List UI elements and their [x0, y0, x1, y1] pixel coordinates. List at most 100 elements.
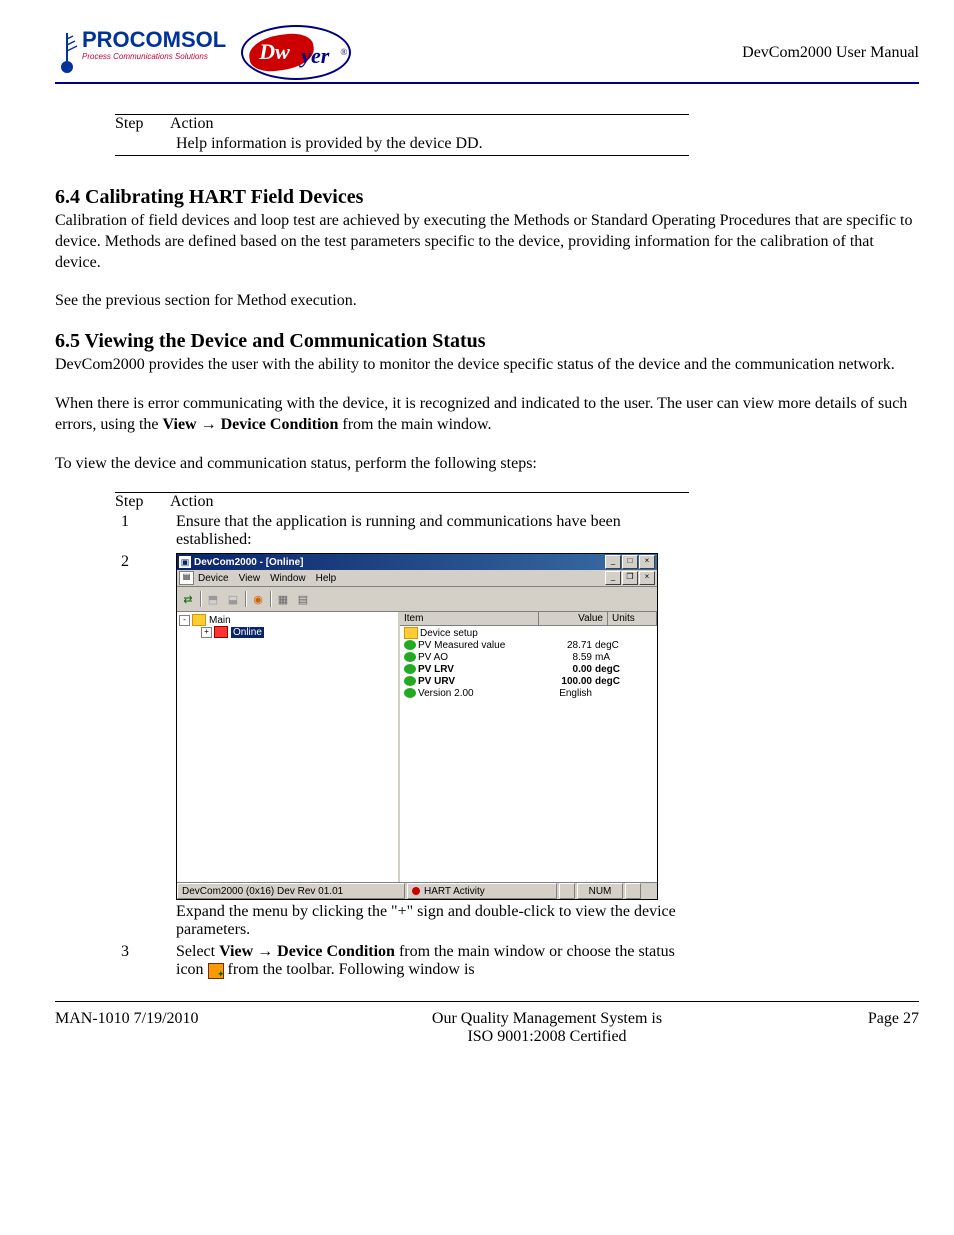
item-name: PV URV [418, 676, 532, 687]
item-name: Version 2.00 [418, 688, 532, 699]
document-icon: ▤ [179, 571, 194, 585]
thermometer-icon [55, 31, 80, 76]
step-1-num: 1 [115, 511, 170, 551]
item-units: mA [592, 652, 635, 663]
col-units[interactable]: Units [608, 612, 657, 625]
toolbar: ⇄ ⬒ ⬓ ◉ ▦ ▤ [177, 587, 657, 612]
parameter-icon [404, 652, 416, 662]
minimize-button[interactable]: _ [605, 555, 621, 569]
toolbar-button-5[interactable]: ▦ [274, 591, 292, 607]
logo-text: ProComSol [82, 29, 226, 51]
footer-center: Our Quality Management System is ISO 900… [275, 1010, 819, 1046]
item-name: PV Measured value [418, 640, 532, 651]
list-pane[interactable]: Item Value Units Device setupPV Measured… [400, 612, 657, 882]
menu-path: View → Device Condition [219, 943, 395, 960]
mdi-restore-button[interactable]: ❐ [622, 571, 638, 585]
logos: ProComSol Process Communications Solutio… [55, 25, 351, 80]
window-title: DevCom2000 - [Online] [194, 557, 605, 568]
col-step: Step [115, 493, 170, 512]
section-6-5-p1: DevCom2000 provides the user with the ab… [55, 355, 919, 376]
item-value: 0.00 [532, 664, 592, 675]
item-name: Device setup [420, 628, 534, 639]
step-3-num: 3 [115, 941, 170, 981]
item-name: PV AO [418, 652, 532, 663]
menu-view[interactable]: View [239, 573, 261, 584]
folder-icon [192, 614, 206, 626]
procomsol-logo: ProComSol Process Communications Solutio… [55, 29, 226, 76]
top-row-text: Help information is provided by the devi… [170, 133, 689, 156]
top-step-table: Step Action Help information is provided… [115, 114, 689, 156]
titlebar: ▣ DevCom2000 - [Online] _ □ × [177, 554, 657, 570]
device-icon [214, 626, 228, 638]
col-step: Step [115, 115, 170, 134]
list-row[interactable]: Version 2.00English [400, 687, 657, 699]
toolbar-status-button[interactable]: ◉ [249, 591, 267, 607]
page-header: ProComSol Process Communications Solutio… [55, 25, 919, 84]
steps-table: Step Action 1 Ensure that the applicatio… [115, 492, 689, 981]
step-2-num: 2 [115, 551, 170, 941]
page-footer: MAN-1010 7/19/2010 Our Quality Managemen… [55, 1001, 919, 1046]
parameter-icon [404, 676, 416, 686]
status-hart: HART Activity [407, 883, 557, 899]
menu-path-view-device-condition: View → Device Condition [163, 416, 339, 433]
doc-title: DevCom2000 User Manual [742, 44, 919, 62]
list-row[interactable]: PV AO8.59mA [400, 651, 657, 663]
list-row[interactable]: PV URV100.00degC [400, 675, 657, 687]
heading-6-5: 6.5 Viewing the Device and Communication… [55, 330, 919, 353]
section-6-5-p3: To view the device and communication sta… [55, 454, 919, 475]
section-6-4-p1: Calibration of field devices and loop te… [55, 211, 919, 273]
parameter-icon [404, 664, 416, 674]
heading-6-4: 6.4 Calibrating HART Field Devices [55, 186, 919, 209]
list-row[interactable]: Device setup [400, 627, 657, 639]
list-header: Item Value Units [400, 612, 657, 626]
list-row[interactable]: PV Measured value28.71degC [400, 639, 657, 651]
item-value: 100.00 [532, 676, 592, 687]
menu-device[interactable]: Device [198, 573, 229, 584]
footer-left: MAN-1010 7/19/2010 [55, 1010, 275, 1046]
col-action: Action [170, 115, 689, 134]
parameter-icon [404, 640, 416, 650]
status-left: DevCom2000 (0x16) Dev Rev 01.01 [177, 883, 405, 899]
footer-right: Page 27 [819, 1010, 919, 1046]
item-name: PV LRV [418, 664, 532, 675]
menu-help[interactable]: Help [316, 573, 337, 584]
section-6-4-p2: See the previous section for Method exec… [55, 291, 919, 312]
devcom-screenshot: ▣ DevCom2000 - [Online] _ □ × ▤ De [176, 553, 658, 900]
item-value: 8.59 [532, 652, 592, 663]
expand-icon[interactable]: + [201, 627, 212, 638]
item-units: degC [592, 640, 635, 651]
logo-subtext: Process Communications Solutions [82, 52, 226, 61]
list-row[interactable]: PV LRV0.00degC [400, 663, 657, 675]
tree-root-label: Main [209, 615, 231, 626]
maximize-button[interactable]: □ [622, 555, 638, 569]
section-6-5-p2: When there is error communicating with t… [55, 394, 919, 436]
toolbar-button-2[interactable]: ⬒ [204, 591, 222, 607]
mdi-close-button[interactable]: × [639, 571, 655, 585]
tree-child-label: Online [231, 627, 264, 638]
status-num: NUM [577, 883, 623, 899]
close-button[interactable]: × [639, 555, 655, 569]
parameter-icon [404, 688, 416, 698]
tree-root[interactable]: - Main [179, 614, 396, 626]
toolbar-button-6[interactable]: ▤ [294, 591, 312, 607]
step-3-text: Select View → Device Condition from the … [170, 941, 689, 981]
toolbar-button-3[interactable]: ⬓ [224, 591, 242, 607]
step-1-text: Ensure that the application is running a… [170, 511, 689, 551]
doc-titlebar: ▤ Device View Window Help _ ❐ × [177, 570, 657, 587]
tree-pane[interactable]: - Main + Online [177, 612, 400, 882]
mdi-minimize-button[interactable]: _ [605, 571, 621, 585]
col-value[interactable]: Value [539, 612, 608, 625]
item-units: degC [592, 664, 635, 675]
collapse-icon[interactable]: - [179, 615, 190, 626]
status-icon [208, 963, 224, 979]
tree-child[interactable]: + Online [201, 626, 396, 638]
folder-icon [404, 627, 418, 639]
toolbar-button-1[interactable]: ⇄ [179, 591, 197, 607]
item-value: 28.71 [532, 640, 592, 651]
menu-window[interactable]: Window [270, 573, 306, 584]
statusbar: DevCom2000 (0x16) Dev Rev 01.01 HART Act… [177, 882, 657, 899]
app-icon: ▣ [179, 556, 191, 568]
item-units: degC [592, 676, 635, 687]
col-item[interactable]: Item [400, 612, 539, 625]
item-value: English [532, 688, 592, 699]
